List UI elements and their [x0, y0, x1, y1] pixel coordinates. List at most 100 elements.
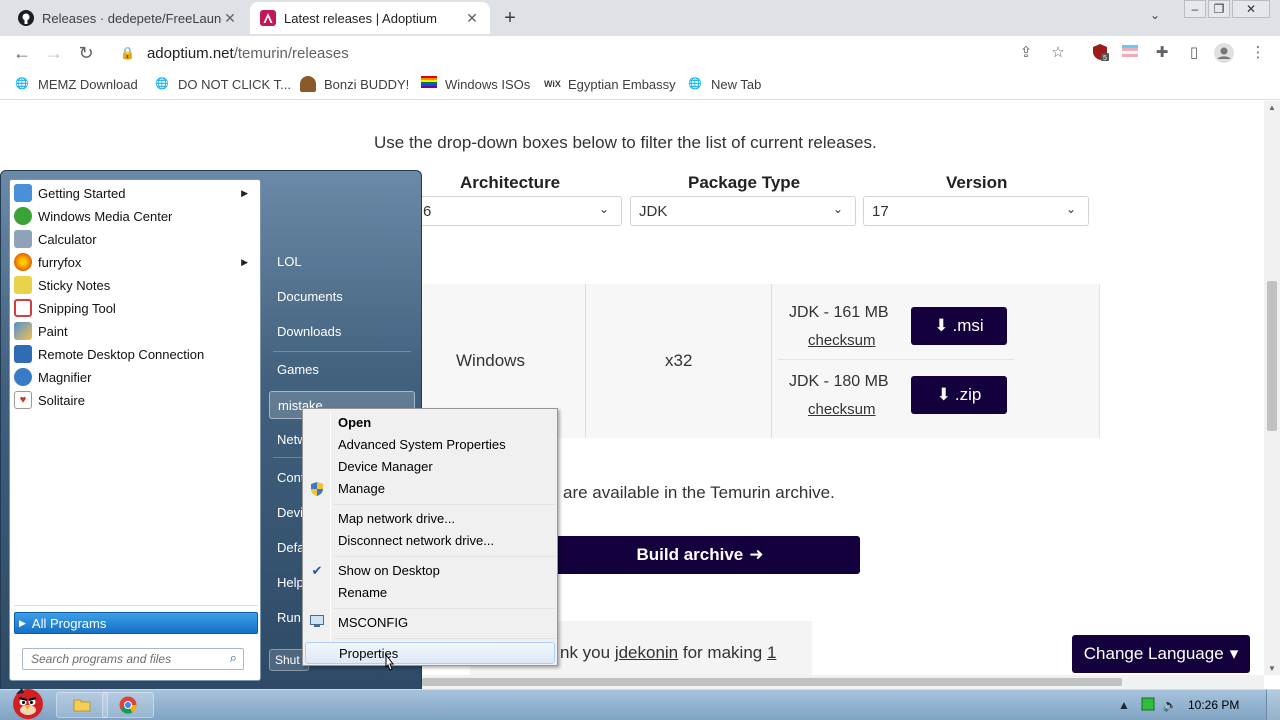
side-panel-icon[interactable]: ▯	[1184, 43, 1204, 63]
taskbar-clock[interactable]: 10:26 PM	[1188, 698, 1239, 712]
archive-text: are available in the Temurin archive.	[563, 483, 835, 502]
star-icon[interactable]: ☆	[1048, 43, 1068, 63]
address-bar[interactable]: 🔒 adoptium.net/temurin/releases	[108, 39, 1076, 67]
profile-avatar-icon[interactable]	[1214, 43, 1234, 63]
program-paint[interactable]: Paint	[14, 320, 256, 342]
taskbar-chrome-button[interactable]	[102, 692, 154, 718]
new-tab-button[interactable]: +	[498, 6, 522, 30]
bookmark-do-not-click[interactable]: 🌐 DO NOT CLICK T...	[154, 76, 291, 92]
download-label: .msi	[952, 316, 984, 335]
menu-item-map-network-drive[interactable]: Map network drive...	[305, 508, 555, 530]
program-getting-started[interactable]: Getting Started ▶	[14, 182, 256, 204]
menu-item-rename[interactable]: Rename	[305, 582, 555, 604]
solitaire-icon: ♥	[14, 391, 32, 409]
reload-icon[interactable]: ↻	[74, 41, 98, 65]
kebab-menu-icon[interactable]: ⋮	[1248, 43, 1268, 63]
contribution-count-link[interactable]: 1	[767, 643, 776, 662]
thanks-middle: for making	[678, 643, 767, 662]
tab-strip: Releases · dedepete/FreeLaunc ✕ Latest r…	[0, 0, 1280, 36]
arrow-circle-right-icon: ➜	[749, 545, 764, 564]
close-window-button[interactable]: ✕	[1232, 0, 1270, 18]
pride-extension-icon[interactable]	[1120, 43, 1140, 63]
menu-item-advanced-system-properties[interactable]: Advanced System Properties	[305, 434, 555, 456]
package-type-header: Package Type	[688, 173, 801, 192]
checksum-link[interactable]: checksum	[808, 401, 876, 418]
menu-item-msconfig[interactable]: MSCONFIG	[305, 612, 555, 634]
version-header: Version	[946, 173, 1008, 192]
taskbar-explorer-button[interactable]	[56, 692, 108, 718]
sticky-notes-icon	[14, 276, 32, 294]
column-divider	[585, 284, 586, 438]
chevron-down-icon: ⌄	[598, 202, 609, 216]
start-link-games[interactable]: Games	[269, 356, 415, 384]
close-icon[interactable]: ✕	[222, 10, 238, 27]
minimize-button[interactable]: –	[1184, 0, 1206, 18]
menu-item-device-manager[interactable]: Device Manager	[305, 456, 555, 478]
change-language-button[interactable]: Change Language ▾	[1072, 635, 1250, 673]
menu-item-open[interactable]: Open	[305, 412, 555, 434]
extension-shield-icon[interactable]: 5	[1090, 43, 1110, 63]
download-zip-button[interactable]: ⬇ .zip	[911, 376, 1007, 414]
start-link-downloads[interactable]: Downloads	[269, 318, 415, 346]
remote-desktop-icon	[14, 345, 32, 363]
chevron-down-icon[interactable]: ⌄	[1150, 8, 1160, 22]
program-sticky-notes[interactable]: Sticky Notes	[14, 274, 256, 296]
divider	[273, 351, 411, 352]
all-programs-button[interactable]: ▶ All Programs	[14, 612, 258, 634]
program-calculator[interactable]: Calculator	[14, 228, 256, 250]
package-type-dropdown[interactable]: JDK ⌄	[630, 196, 856, 226]
menu-item-properties[interactable]: Properties	[305, 642, 555, 664]
download-msi-button[interactable]: ⬇ .msi	[911, 307, 1007, 345]
tab-adoptium-releases[interactable]: Latest releases | Adoptium ✕	[250, 2, 490, 34]
program-snipping-tool[interactable]: Snipping Tool	[14, 297, 256, 319]
scrollbar-thumb[interactable]	[1267, 281, 1277, 431]
contributor-link[interactable]: jdekonin	[615, 643, 678, 662]
program-magnifier[interactable]: Magnifier	[14, 366, 256, 388]
tab-github-releases[interactable]: Releases · dedepete/FreeLaunc ✕	[8, 2, 248, 34]
build-archive-button[interactable]: Build archive ➜	[540, 536, 860, 574]
scroll-down-arrow-icon[interactable]: ▼	[1264, 664, 1280, 673]
menu-item-show-on-desktop[interactable]: Show on Desktop	[305, 560, 555, 582]
bookmark-windows-isos[interactable]: Windows ISOs	[421, 76, 530, 92]
all-programs-label: All Programs	[31, 615, 107, 631]
program-windows-media-center[interactable]: Windows Media Center	[14, 205, 256, 227]
url-host: adoptium.net	[146, 44, 234, 62]
close-icon[interactable]: ✕	[464, 10, 480, 27]
restore-button[interactable]: ❐	[1208, 0, 1230, 18]
menu-item-disconnect-network-drive[interactable]: Disconnect network drive...	[305, 530, 555, 552]
volume-speaker-icon[interactable]: 🔈	[1162, 697, 1178, 713]
horizontal-scrollbar[interactable]	[422, 675, 1264, 689]
start-link-lol[interactable]: LOL	[269, 248, 415, 276]
action-center-flag-icon[interactable]	[1140, 697, 1156, 713]
menu-item-manage[interactable]: Manage	[305, 478, 555, 500]
divider	[14, 605, 258, 606]
context-menu: Open Advanced System Properties Device M…	[302, 408, 558, 666]
scroll-up-arrow-icon[interactable]: ▲	[1264, 103, 1280, 112]
bookmark-bonzi[interactable]: Bonzi BUDDY!	[300, 76, 409, 92]
start-button-angry-bird-icon[interactable]	[8, 684, 48, 720]
puzzle-extensions-icon[interactable]: ✚	[1152, 43, 1172, 63]
triangle-right-icon: ▶	[19, 617, 26, 628]
program-remote-desktop[interactable]: Remote Desktop Connection	[14, 343, 256, 365]
back-arrow-icon[interactable]: ←	[10, 41, 34, 65]
vertical-scrollbar[interactable]: ▲ ▼	[1264, 101, 1280, 675]
bookmark-egyptian-embassy[interactable]: WiX Egyptian Embassy	[544, 76, 676, 92]
bookmark-memz[interactable]: 🌐 MEMZ Download	[14, 76, 138, 92]
version-dropdown[interactable]: 17 ⌄	[863, 196, 1089, 226]
menu-separator	[334, 638, 555, 639]
share-icon[interactable]: ⇪	[1016, 43, 1036, 63]
architecture-dropdown[interactable]: 6 ⌄	[396, 196, 622, 226]
scrollbar-thumb[interactable]	[422, 678, 1122, 686]
show-desktop-button[interactable]	[1266, 690, 1280, 720]
forward-arrow-icon[interactable]: →	[42, 41, 66, 65]
show-hidden-icons-icon[interactable]: ▲	[1116, 697, 1132, 713]
program-label: furryfox	[38, 254, 82, 270]
start-link-documents[interactable]: Documents	[269, 283, 415, 311]
start-search-input[interactable]: Search programs and files ⌕	[22, 648, 244, 670]
program-solitaire[interactable]: ♥ Solitaire	[14, 389, 256, 411]
package-size: JDK - 161 MB	[789, 304, 889, 321]
bookmark-new-tab[interactable]: 🌐 New Tab	[687, 76, 761, 92]
program-furryfox[interactable]: furryfox ▶	[14, 251, 256, 273]
checksum-link[interactable]: checksum	[808, 332, 876, 349]
lock-icon[interactable]: 🔒	[120, 46, 135, 60]
